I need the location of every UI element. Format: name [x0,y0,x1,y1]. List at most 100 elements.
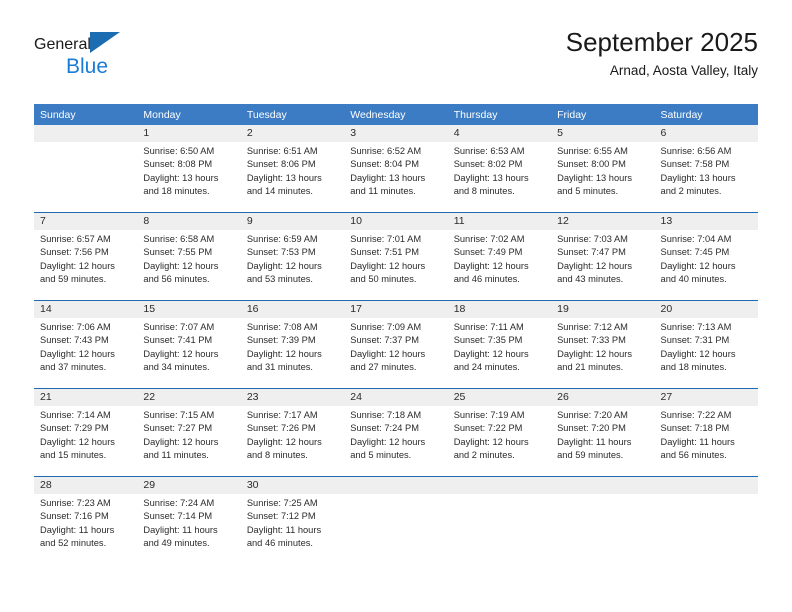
day-number: 13 [654,213,758,230]
daylight-line-2: and 59 minutes. [40,274,107,285]
calendar-body: 1 Sunrise: 6:50 AM Sunset: 8:08 PM Daylight… [34,125,758,564]
sunrise-time: Sunrise: 6:52 AM [350,146,422,156]
calendar-day-cell[interactable]: 6 Sunrise: 6:56 AM Sunset: 7:58 PM Daylight… [654,125,758,213]
logo-text-blue: Blue [66,55,109,78]
day-sun-info [448,494,551,497]
day-sun-info: Sunrise: 7:14 AM Sunset: 7:29 PM Daylight:… [34,406,137,463]
calendar-day-cell[interactable]: 30 Sunrise: 7:25 AM Sunset: 7:12 PM Dayligh… [240,476,345,564]
sunrise-time: Sunrise: 7:22 AM [660,410,732,420]
daylight-line-1: Daylight: 12 hours [246,260,322,271]
calendar-day-cell[interactable]: 7 Sunrise: 6:57 AM Sunset: 7:56 PM Daylight… [34,212,138,301]
day-sun-info: Sunrise: 6:50 AM Sunset: 8:08 PM Daylight:… [137,142,240,199]
sunrise-time: Sunrise: 6:57 AM [40,234,111,244]
daylight-line-1: Daylight: 12 hours [350,348,426,359]
sunset-time: Sunset: 7:49 PM [453,247,523,258]
day-number: 14 [34,301,138,318]
sunrise-time: Sunrise: 6:56 AM [660,146,732,156]
day-cell-content: 17 Sunrise: 7:09 AM Sunset: 7:37 PM Dayligh… [344,301,448,388]
general-blue-logo[interactable]: General Blue [34,32,254,92]
sunset-time: Sunset: 7:41 PM [143,335,213,346]
daylight-line-2: and 8 minutes. [246,450,308,461]
daylight-line-2: and 50 minutes. [350,274,417,285]
calendar-day-cell[interactable]: 28 Sunrise: 7:23 AM Sunset: 7:16 PM Dayligh… [34,476,138,564]
sunrise-time: Sunrise: 7:25 AM [246,498,318,508]
calendar-day-cell[interactable]: 25 Sunrise: 7:19 AM Sunset: 7:22 PM Dayligh… [447,388,552,477]
sunset-time: Sunset: 7:55 PM [143,247,213,258]
daylight-line-1: Daylight: 12 hours [40,436,115,447]
daylight-line-1: Daylight: 12 hours [660,260,736,271]
day-sun-info [344,494,447,497]
sunrise-time: Sunrise: 7:12 AM [557,322,628,332]
calendar-day-cell[interactable]: 9 Sunrise: 6:59 AM Sunset: 7:53 PM Daylight… [240,212,345,301]
calendar-day-cell[interactable]: 5 Sunrise: 6:55 AM Sunset: 8:00 PM Daylight… [551,125,655,213]
day-sun-info: Sunrise: 7:25 AM Sunset: 7:12 PM Daylight:… [241,494,344,551]
calendar-day-cell[interactable]: 10 Sunrise: 7:01 AM Sunset: 7:51 PM Dayligh… [344,212,448,301]
daylight-line-1: Daylight: 12 hours [453,260,529,271]
day-sun-info: Sunrise: 7:19 AM Sunset: 7:22 PM Daylight:… [448,406,551,463]
calendar-day-cell[interactable]: 14 Sunrise: 7:06 AM Sunset: 7:43 PM Dayligh… [34,300,138,389]
daylight-line-2: and 18 minutes. [143,186,210,197]
daylight-line-2: and 52 minutes. [40,538,107,549]
calendar-day-cell[interactable] [34,125,138,213]
day-number: 18 [447,301,552,318]
daylight-line-2: and 43 minutes. [557,274,624,285]
calendar-day-cell[interactable]: 20 Sunrise: 7:13 AM Sunset: 7:31 PM Dayligh… [654,300,758,389]
daylight-line-1: Daylight: 12 hours [40,348,115,359]
calendar-day-cell[interactable]: 27 Sunrise: 7:22 AM Sunset: 7:18 PM Dayligh… [654,388,758,477]
calendar-day-cell[interactable] [344,476,448,564]
calendar-day-cell[interactable]: 26 Sunrise: 7:20 AM Sunset: 7:20 PM Dayligh… [551,388,655,477]
calendar-day-cell[interactable]: 17 Sunrise: 7:09 AM Sunset: 7:37 PM Dayligh… [344,300,448,389]
daylight-line-1: Daylight: 12 hours [143,436,219,447]
sunset-time: Sunset: 7:53 PM [246,247,316,258]
sunrise-time: Sunrise: 7:14 AM [40,410,111,420]
daylight-line-2: and 14 minutes. [246,186,313,197]
day-number [447,477,552,494]
calendar-day-cell[interactable]: 2 Sunrise: 6:51 AM Sunset: 8:06 PM Daylight… [240,125,345,213]
calendar-page: General Blue September 2025 Arnad, Aosta… [0,0,792,612]
calendar-day-cell[interactable]: 19 Sunrise: 7:12 AM Sunset: 7:33 PM Dayligh… [551,300,655,389]
calendar-day-cell[interactable]: 11 Sunrise: 7:02 AM Sunset: 7:49 PM Dayligh… [447,212,552,301]
calendar-day-cell[interactable]: 21 Sunrise: 7:14 AM Sunset: 7:29 PM Dayligh… [34,388,138,477]
daylight-line-1: Daylight: 11 hours [40,524,115,535]
sunset-time: Sunset: 7:51 PM [350,247,419,258]
sunrise-time: Sunrise: 7:06 AM [40,322,111,332]
page-subtitle-location: Arnad, Aosta Valley, Italy [609,62,758,78]
day-cell-content [551,477,655,564]
day-number: 4 [447,125,552,142]
day-cell-content: 18 Sunrise: 7:11 AM Sunset: 7:35 PM Dayligh… [447,301,552,388]
calendar-day-cell[interactable]: 15 Sunrise: 7:07 AM Sunset: 7:41 PM Dayligh… [137,300,241,389]
day-cell-content: 2 Sunrise: 6:51 AM Sunset: 8:06 PM Daylight… [240,125,345,212]
day-cell-content: 1 Sunrise: 6:50 AM Sunset: 8:08 PM Daylight… [137,125,241,212]
day-sun-info: Sunrise: 6:51 AM Sunset: 8:06 PM Daylight:… [241,142,344,199]
title-block: September 2025 Arnad, Aosta Valley, Ital… [566,27,758,80]
day-number: 1 [137,125,241,142]
calendar-day-cell[interactable]: 12 Sunrise: 7:03 AM Sunset: 7:47 PM Dayligh… [551,212,655,301]
calendar-day-cell[interactable]: 3 Sunrise: 6:52 AM Sunset: 8:04 PM Daylight… [344,125,448,213]
day-sun-info: Sunrise: 7:18 AM Sunset: 7:24 PM Daylight:… [344,406,447,463]
day-number: 17 [344,301,448,318]
daylight-line-2: and 2 minutes. [660,186,722,197]
calendar-day-cell[interactable]: 24 Sunrise: 7:18 AM Sunset: 7:24 PM Dayligh… [344,388,448,477]
calendar-day-cell[interactable] [654,476,758,564]
calendar-day-cell[interactable]: 23 Sunrise: 7:17 AM Sunset: 7:26 PM Dayligh… [240,388,345,477]
sunset-time: Sunset: 8:06 PM [246,159,316,170]
calendar-day-cell[interactable]: 22 Sunrise: 7:15 AM Sunset: 7:27 PM Dayligh… [137,388,241,477]
calendar-day-cell[interactable]: 16 Sunrise: 7:08 AM Sunset: 7:39 PM Dayligh… [240,300,345,389]
day-cell-content [447,477,552,564]
day-sun-info: Sunrise: 7:15 AM Sunset: 7:27 PM Daylight:… [137,406,240,463]
calendar-day-cell[interactable] [447,476,552,564]
sunset-time: Sunset: 7:31 PM [660,335,730,346]
daylight-line-2: and 11 minutes. [143,450,209,461]
day-sun-info: Sunrise: 7:23 AM Sunset: 7:16 PM Daylight:… [34,494,137,551]
day-sun-info: Sunrise: 7:22 AM Sunset: 7:18 PM Daylight:… [655,406,758,463]
calendar-day-cell[interactable]: 4 Sunrise: 6:53 AM Sunset: 8:02 PM Daylight… [447,125,552,213]
calendar-day-cell[interactable]: 18 Sunrise: 7:11 AM Sunset: 7:35 PM Dayligh… [447,300,552,389]
calendar-day-cell[interactable]: 8 Sunrise: 6:58 AM Sunset: 7:55 PM Daylight… [137,212,241,301]
calendar-day-cell[interactable]: 13 Sunrise: 7:04 AM Sunset: 7:45 PM Dayligh… [654,212,758,301]
daylight-line-2: and 59 minutes. [557,450,624,461]
sunrise-time: Sunrise: 6:58 AM [143,234,215,244]
daylight-line-1: Daylight: 13 hours [246,172,322,183]
calendar-day-cell[interactable] [551,476,655,564]
calendar-day-cell[interactable]: 29 Sunrise: 7:24 AM Sunset: 7:14 PM Dayligh… [137,476,241,564]
calendar-day-cell[interactable]: 1 Sunrise: 6:50 AM Sunset: 8:08 PM Daylight… [137,125,241,213]
